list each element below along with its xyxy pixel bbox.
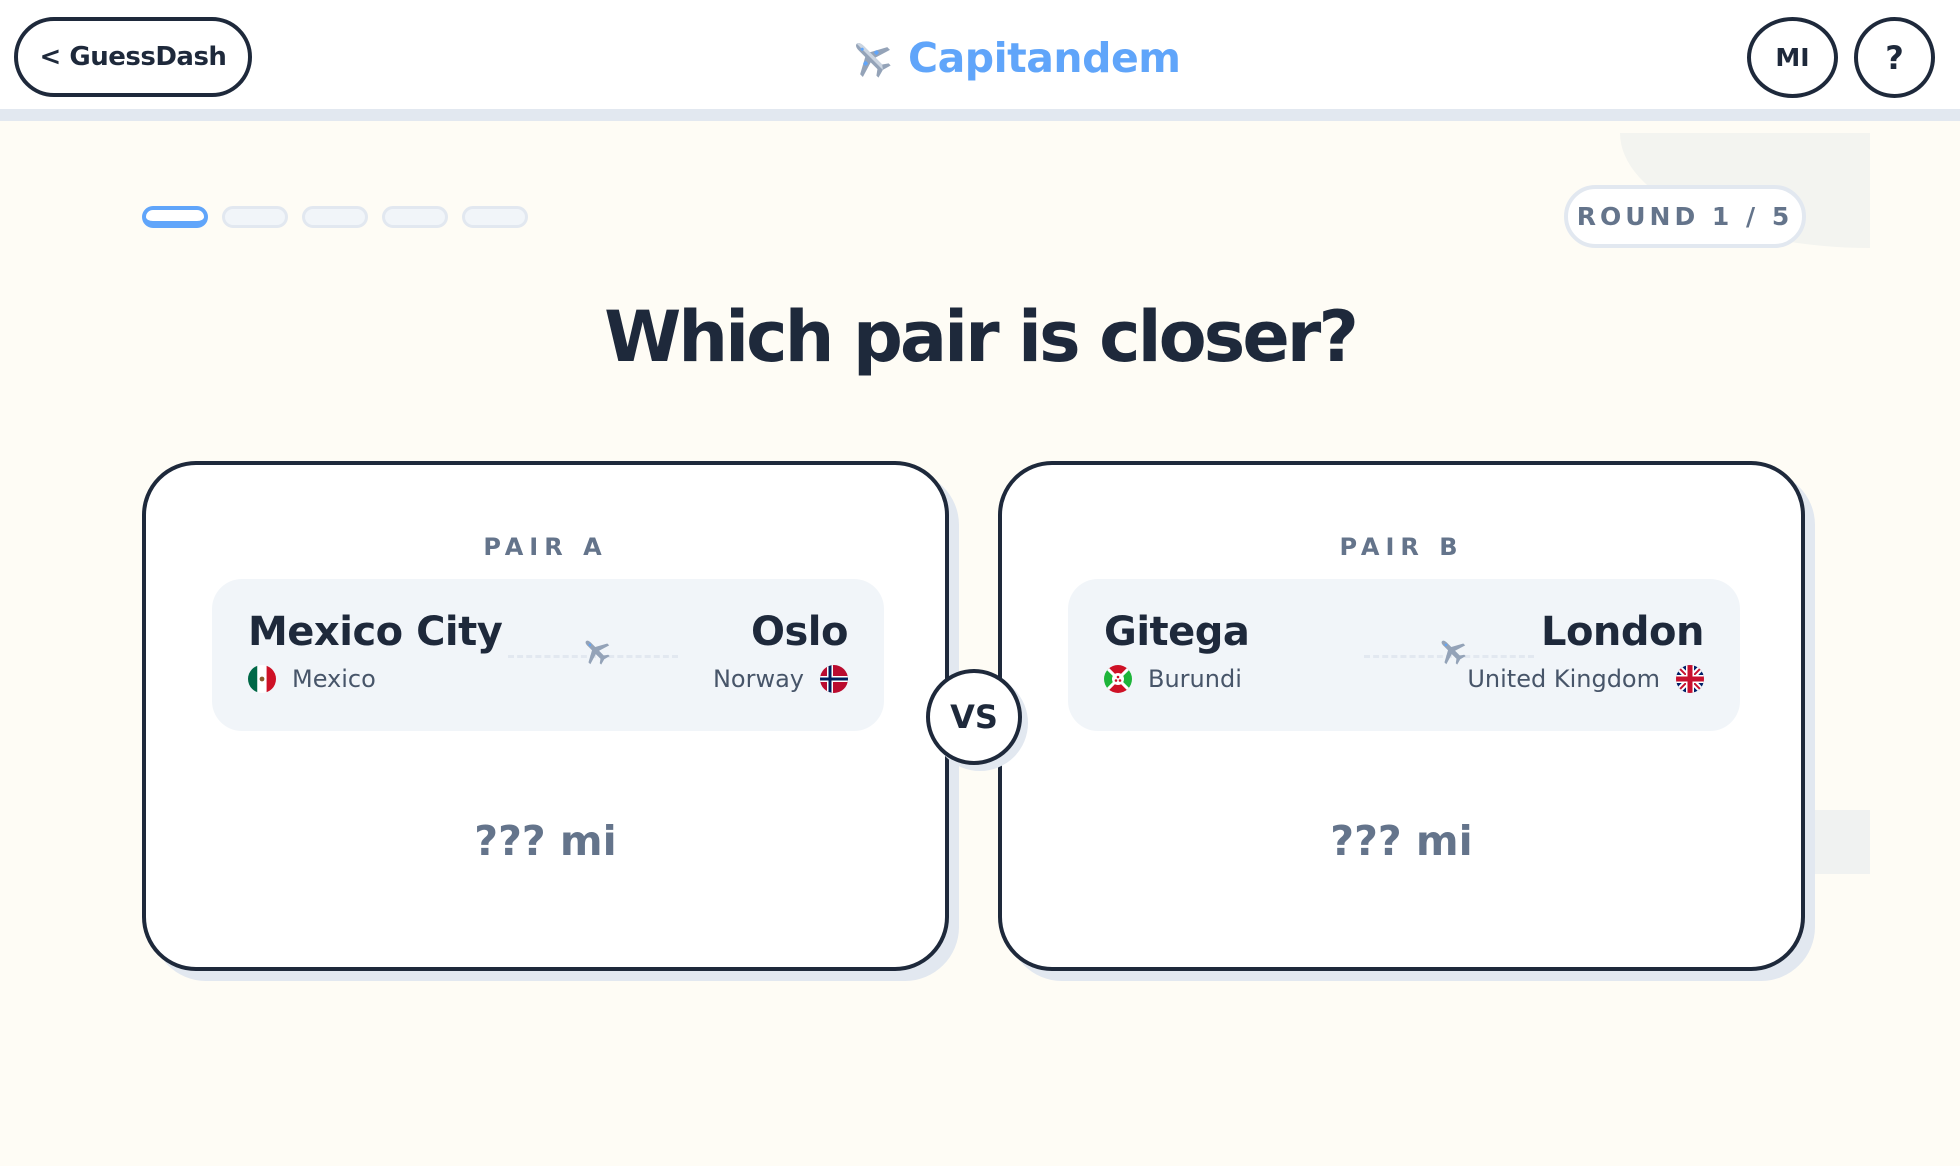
progress-segment [382, 206, 448, 228]
pair-b-card[interactable]: PAIR B Gitega Burundi London United King… [998, 461, 1805, 971]
hidden-distance: ??? mi [474, 817, 617, 865]
progress-segment-current [142, 206, 208, 228]
airplane-icon [856, 43, 891, 78]
app-title: Capitandem [908, 34, 1181, 82]
pair-label: PAIR B [1339, 533, 1464, 561]
airplane-icon [585, 640, 610, 665]
origin-city: Gitega [1104, 609, 1250, 655]
airplane-icon [1441, 640, 1466, 665]
hidden-distance: ??? mi [1330, 817, 1473, 865]
back-to-guessdash-button[interactable]: < GuessDash [14, 17, 252, 97]
destination-country: United Kingdom [1467, 665, 1704, 693]
route-panel: Mexico City Mexico Oslo Norway [212, 579, 884, 731]
vs-badge: VS [926, 669, 1022, 765]
progress-segment [462, 206, 528, 228]
origin-country: Burundi [1104, 665, 1242, 693]
country-name: United Kingdom [1467, 665, 1660, 693]
progress-segment [222, 206, 288, 228]
destination-city: London [1540, 609, 1705, 655]
pair-label: PAIR A [483, 533, 608, 561]
mexico-flag-icon [248, 665, 276, 693]
game-page: < GuessDash Capitandem MI ? ROUND 1 / 5 … [0, 0, 1960, 1166]
origin-city: Mexico City [248, 609, 503, 655]
country-name: Norway [712, 665, 804, 693]
background-decoration [1800, 810, 1870, 874]
norway-flag-icon [820, 665, 848, 693]
round-badge: ROUND 1 / 5 [1564, 185, 1806, 248]
brand: Capitandem [848, 28, 1181, 88]
round-progress [142, 206, 528, 228]
units-toggle-button[interactable]: MI [1747, 17, 1838, 98]
help-button[interactable]: ? [1854, 17, 1935, 98]
uk-flag-icon [1676, 665, 1704, 693]
country-name: Burundi [1148, 665, 1242, 693]
progress-segment [302, 206, 368, 228]
destination-country: Norway [713, 665, 848, 693]
burundi-flag-icon [1104, 665, 1132, 693]
question-title: Which pair is closer? [604, 296, 1359, 378]
pair-a-card[interactable]: PAIR A Mexico City Mexico Oslo Norway ??… [142, 461, 949, 971]
country-name: Mexico [292, 665, 376, 693]
origin-country: Mexico [248, 665, 376, 693]
route-panel: Gitega Burundi London United Kingdom [1068, 579, 1740, 731]
top-bar: < GuessDash Capitandem MI ? [0, 0, 1960, 121]
destination-city: Oslo [750, 609, 849, 655]
